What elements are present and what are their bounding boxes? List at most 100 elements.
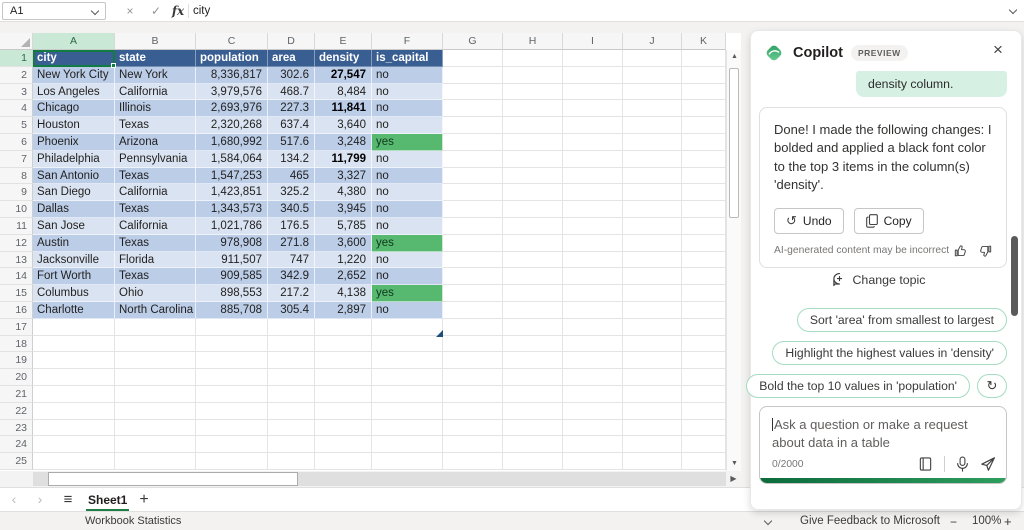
cell-G12[interactable]	[443, 235, 503, 252]
cell-J24[interactable]	[623, 436, 682, 453]
cell-K8[interactable]	[682, 168, 726, 185]
cell-D1[interactable]: area	[268, 50, 315, 67]
cell-D11[interactable]: 176.5	[268, 218, 315, 235]
cell-D2[interactable]: 302.6	[268, 67, 315, 84]
cell-B24[interactable]	[115, 436, 196, 453]
cell-D19[interactable]	[268, 352, 315, 369]
cell-K21[interactable]	[682, 386, 726, 403]
cell-F10[interactable]: no	[372, 201, 443, 218]
cell-G5[interactable]	[443, 117, 503, 134]
cell-I3[interactable]	[563, 84, 623, 101]
row-header-23[interactable]: 23	[0, 420, 33, 437]
cell-B20[interactable]	[115, 369, 196, 386]
cell-I16[interactable]	[563, 302, 623, 319]
cell-C24[interactable]	[196, 436, 268, 453]
cell-G6[interactable]	[443, 134, 503, 151]
column-header-J[interactable]: J	[623, 33, 682, 50]
undo-button[interactable]: ↺ Undo	[774, 208, 844, 234]
zoom-out-button[interactable]: −	[950, 515, 957, 529]
row-header-14[interactable]: 14	[0, 268, 33, 285]
row-header-8[interactable]: 8	[0, 168, 33, 185]
chevron-down-icon[interactable]	[91, 7, 99, 15]
cell-B16[interactable]: North Carolina	[115, 302, 196, 319]
column-header-A[interactable]: A	[33, 33, 115, 50]
cell-D4[interactable]: 227.3	[268, 100, 315, 117]
name-box[interactable]: A1	[2, 2, 106, 20]
cancel-icon[interactable]: ×	[118, 0, 142, 22]
cell-E10[interactable]: 3,945	[315, 201, 372, 218]
cell-E7[interactable]: 11,799	[315, 151, 372, 168]
row-header-25[interactable]: 25	[0, 453, 33, 470]
cell-G25[interactable]	[443, 453, 503, 470]
cell-C21[interactable]	[196, 386, 268, 403]
cell-J12[interactable]	[623, 235, 682, 252]
cell-E24[interactable]	[315, 436, 372, 453]
fx-icon[interactable]: fx	[168, 0, 188, 22]
cell-F19[interactable]	[372, 352, 443, 369]
horizontal-scroll-thumb[interactable]	[48, 472, 298, 486]
status-chevron-down-icon[interactable]	[764, 517, 772, 525]
cell-A25[interactable]	[33, 453, 115, 470]
cell-G3[interactable]	[443, 84, 503, 101]
cell-J13[interactable]	[623, 252, 682, 269]
cell-I25[interactable]	[563, 453, 623, 470]
cell-G15[interactable]	[443, 285, 503, 302]
cell-A12[interactable]: Austin	[33, 235, 115, 252]
cell-K18[interactable]	[682, 336, 726, 353]
cell-C20[interactable]	[196, 369, 268, 386]
cell-I2[interactable]	[563, 67, 623, 84]
cell-J1[interactable]	[623, 50, 682, 67]
cell-E5[interactable]: 3,640	[315, 117, 372, 134]
cell-F25[interactable]	[372, 453, 443, 470]
cell-B18[interactable]	[115, 336, 196, 353]
cell-C1[interactable]: population	[196, 50, 268, 67]
cell-J3[interactable]	[623, 84, 682, 101]
cell-G9[interactable]	[443, 184, 503, 201]
cell-C11[interactable]: 1,021,786	[196, 218, 268, 235]
cell-B6[interactable]: Arizona	[115, 134, 196, 151]
cell-D21[interactable]	[268, 386, 315, 403]
vertical-scroll-thumb[interactable]	[729, 68, 739, 218]
scroll-down-icon[interactable]: ▼	[727, 457, 741, 471]
row-header-4[interactable]: 4	[0, 100, 33, 117]
cell-D6[interactable]: 517.6	[268, 134, 315, 151]
cell-A6[interactable]: Phoenix	[33, 134, 115, 151]
cell-H18[interactable]	[503, 336, 563, 353]
cell-D7[interactable]: 134.2	[268, 151, 315, 168]
cell-A22[interactable]	[33, 403, 115, 420]
cell-K23[interactable]	[682, 420, 726, 437]
cell-I5[interactable]	[563, 117, 623, 134]
cell-D14[interactable]: 342.9	[268, 268, 315, 285]
cell-F3[interactable]: no	[372, 84, 443, 101]
suggestion-pill-1[interactable]: Sort 'area' from smallest to largest	[797, 308, 1007, 332]
cell-E4[interactable]: 11,841	[315, 100, 372, 117]
cell-I10[interactable]	[563, 201, 623, 218]
cell-C25[interactable]	[196, 453, 268, 470]
cell-G10[interactable]	[443, 201, 503, 218]
cell-B4[interactable]: Illinois	[115, 100, 196, 117]
cell-G4[interactable]	[443, 100, 503, 117]
cell-F6[interactable]: yes	[372, 134, 443, 151]
cell-B3[interactable]: California	[115, 84, 196, 101]
cell-B8[interactable]: Texas	[115, 168, 196, 185]
cell-B14[interactable]: Texas	[115, 268, 196, 285]
cell-H12[interactable]	[503, 235, 563, 252]
cell-I15[interactable]	[563, 285, 623, 302]
cell-K13[interactable]	[682, 252, 726, 269]
cell-A14[interactable]: Fort Worth	[33, 268, 115, 285]
cell-A9[interactable]: San Diego	[33, 184, 115, 201]
row-header-20[interactable]: 20	[0, 369, 33, 386]
cell-B5[interactable]: Texas	[115, 117, 196, 134]
formula-input[interactable]: city	[193, 0, 210, 22]
cell-G18[interactable]	[443, 336, 503, 353]
cell-D22[interactable]	[268, 403, 315, 420]
cell-H8[interactable]	[503, 168, 563, 185]
column-header-I[interactable]: I	[563, 33, 623, 50]
cell-C5[interactable]: 2,320,268	[196, 117, 268, 134]
cell-E14[interactable]: 2,652	[315, 268, 372, 285]
cell-J4[interactable]	[623, 100, 682, 117]
cell-J8[interactable]	[623, 168, 682, 185]
add-sheet-button[interactable]: +	[134, 488, 154, 512]
cell-J17[interactable]	[623, 319, 682, 336]
column-header-C[interactable]: C	[196, 33, 268, 50]
